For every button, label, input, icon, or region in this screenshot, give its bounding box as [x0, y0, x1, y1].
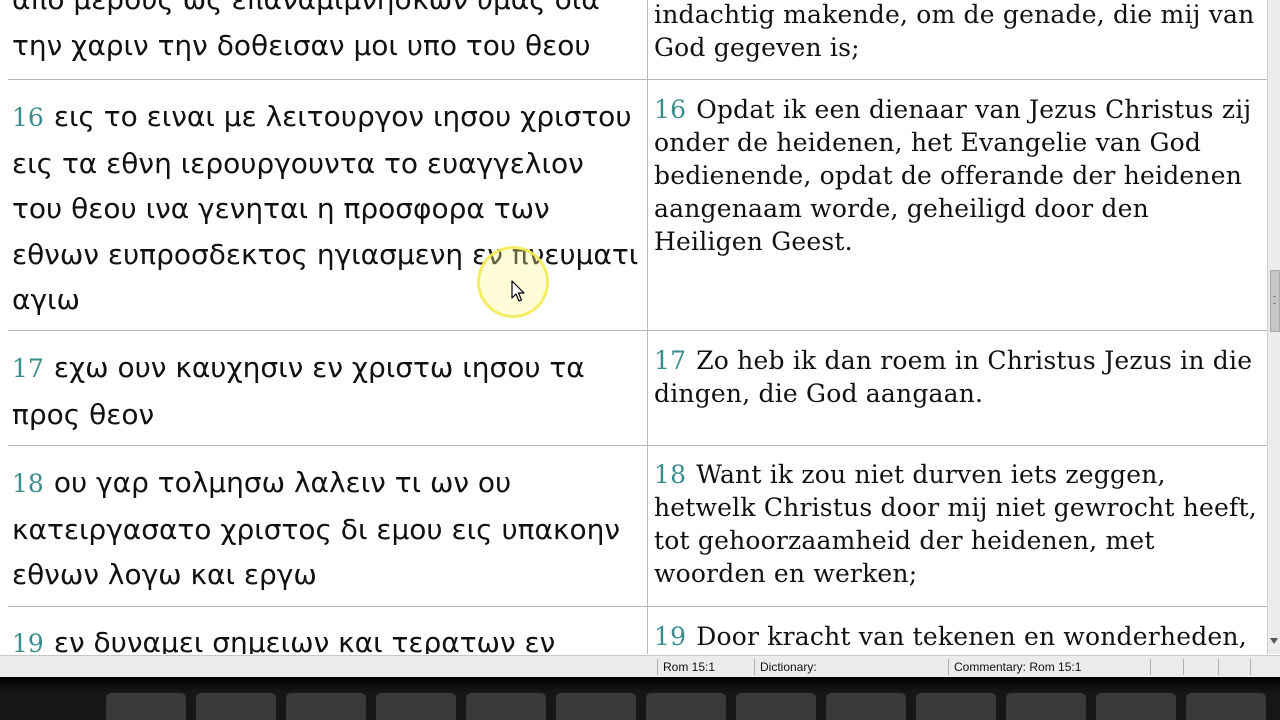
- status-bar: Rom 15:1 Dictionary: Commentary: Rom 15:…: [0, 655, 1280, 677]
- dutch-verse-text: Zo heb ik dan roem in Christus Jezus in …: [654, 346, 1253, 408]
- bible-parallel-view[interactable]: απο μερους ως επαναμιμνησκων υμας δια τη…: [8, 0, 1267, 654]
- taskbar-shadow: [0, 677, 1280, 692]
- taskbar-button[interactable]: [466, 693, 546, 720]
- scrollbar-grip-icon: [1273, 296, 1276, 304]
- verse-number[interactable]: 17: [12, 354, 44, 383]
- verse-number[interactable]: 17: [654, 346, 686, 375]
- greek-verse-cell[interactable]: 17 εχω ουν καυχησιν εν χριστω ιησου τα πρ…: [12, 345, 642, 445]
- verse-number[interactable]: 16: [654, 95, 686, 124]
- dutch-verse-text: Opdat ik een dienaar van Jezus Christus …: [654, 95, 1252, 256]
- row-divider: [8, 606, 1267, 607]
- greek-verse-text: εν δυναμει σημειων και τερατων εν: [53, 626, 556, 654]
- greek-verse-cell[interactable]: 16 εις το ειναι με λειτουργον ιησου χριστ…: [12, 94, 642, 330]
- row-divider: [8, 330, 1267, 331]
- status-dictionary: Dictionary:: [754, 659, 948, 675]
- taskbar-button[interactable]: [196, 693, 276, 720]
- status-empty-panel: [1183, 659, 1184, 675]
- vertical-scrollbar[interactable]: [1267, 0, 1280, 654]
- dutch-verse-cell[interactable]: indachtig makende, om de genade, die mij…: [654, 0, 1264, 79]
- greek-verse-cell[interactable]: 19 εν δυναμει σημειων και τερατων εν: [12, 620, 642, 654]
- arrow-cursor-icon: [511, 280, 525, 302]
- dutch-verse-text: Door kracht van tekenen en wonderheden,: [696, 622, 1247, 651]
- taskbar-button[interactable]: [376, 693, 456, 720]
- taskbar-button[interactable]: [736, 693, 816, 720]
- taskbar-button[interactable]: [826, 693, 906, 720]
- verse-number[interactable]: 16: [12, 103, 44, 132]
- status-commentary: Commentary: Rom 15:1: [948, 659, 1148, 675]
- taskbar-button[interactable]: [556, 693, 636, 720]
- taskbar-button[interactable]: [286, 693, 366, 720]
- verse-number[interactable]: 18: [12, 469, 44, 498]
- status-empty-panel: [1150, 659, 1151, 675]
- greek-verse-text: ου γαρ τολμησω λαλειν τι ων ου κατειργασ…: [12, 466, 620, 591]
- greek-verse-cell[interactable]: απο μερους ως επαναμιμνησκων υμας δια τη…: [12, 0, 642, 79]
- taskbar-button[interactable]: [646, 693, 726, 720]
- taskbar: [0, 677, 1280, 720]
- column-divider: [647, 0, 648, 654]
- taskbar-button[interactable]: [916, 693, 996, 720]
- status-empty-panel: [1218, 659, 1219, 675]
- dutch-verse-cell[interactable]: 16 Opdat ik een dienaar van Jezus Christu…: [654, 93, 1264, 330]
- dutch-verse-text: Want ik zou niet durven iets zeggen, het…: [654, 460, 1257, 588]
- taskbar-button[interactable]: [1006, 693, 1086, 720]
- dutch-verse-text: indachtig makende, om de genade, die mij…: [654, 0, 1255, 62]
- dutch-verse-cell[interactable]: 18 Want ik zou niet durven iets zeggen, h…: [654, 458, 1264, 606]
- dutch-verse-cell[interactable]: 17 Zo heb ik dan roem in Christus Jezus i…: [654, 344, 1264, 445]
- scroll-down-arrow-icon[interactable]: [1270, 638, 1278, 644]
- greek-verse-cell[interactable]: 18 ου γαρ τολμησω λαλειν τι ων ου κατειργ…: [12, 460, 644, 606]
- taskbar-button[interactable]: [1096, 693, 1176, 720]
- status-reference: Rom 15:1: [657, 659, 752, 675]
- greek-verse-text: απο μερους ως επαναμιμνησκων υμας δια τη…: [12, 0, 600, 62]
- taskbar-button[interactable]: [106, 693, 186, 720]
- status-empty-panel: [1250, 659, 1251, 675]
- verse-number[interactable]: 18: [654, 460, 686, 489]
- row-divider: [8, 445, 1267, 446]
- row-divider: [8, 79, 1267, 80]
- greek-verse-text: εχω ουν καυχησιν εν χριστω ιησου τα προς…: [12, 351, 585, 431]
- verse-number[interactable]: 19: [12, 629, 44, 654]
- verse-number[interactable]: 19: [654, 622, 686, 651]
- taskbar-button[interactable]: [1186, 693, 1266, 720]
- dutch-verse-cell[interactable]: 19 Door kracht van tekenen en wonderheden…: [654, 620, 1264, 654]
